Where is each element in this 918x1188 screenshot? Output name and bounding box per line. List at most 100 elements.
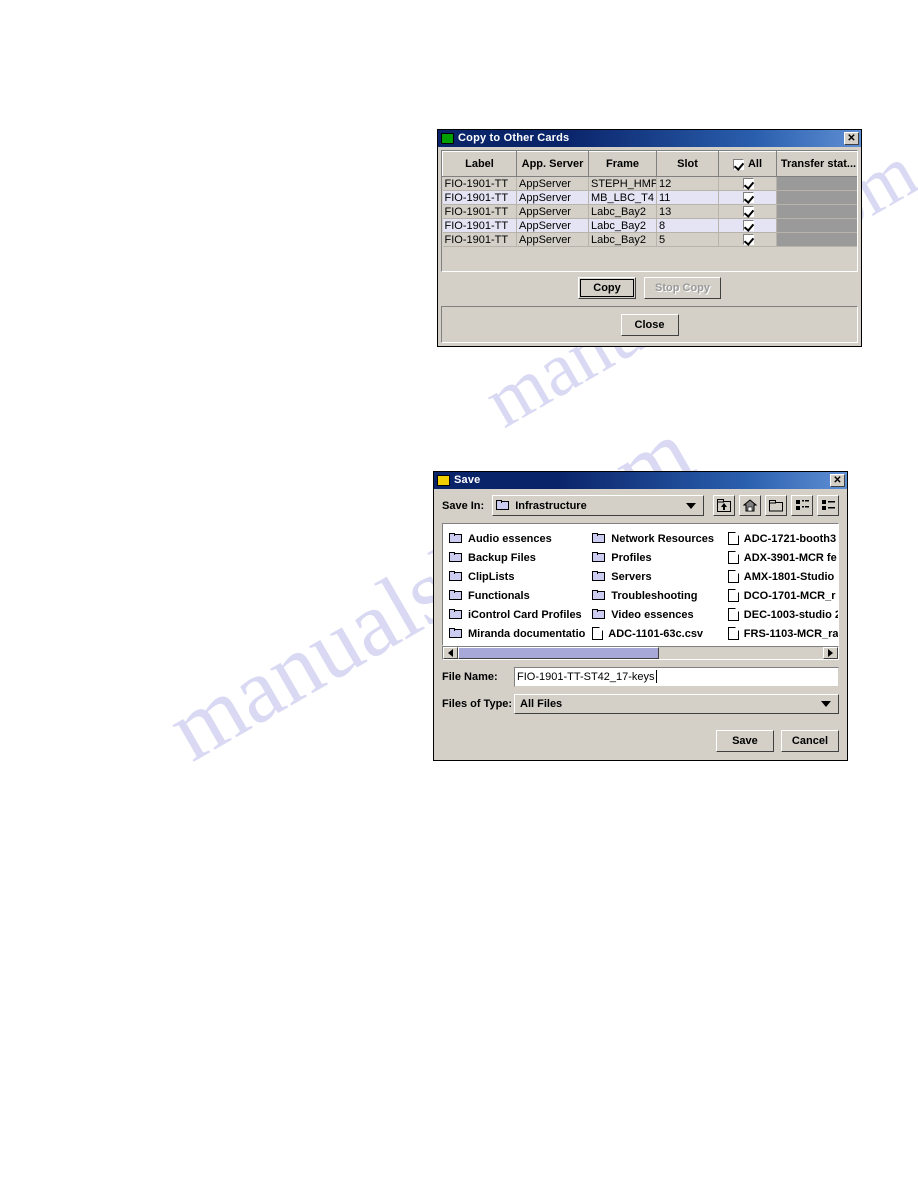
folder-icon [449, 571, 463, 582]
table-row[interactable]: FIO-1901-TT AppServer Labc_Bay2 8 [442, 218, 857, 233]
scroll-track[interactable] [458, 646, 823, 659]
list-item-label: AMX-1801-Studio [743, 570, 835, 583]
file-column-3: ADC-1721-booth3 ADX-3901-MCR fe AMX-1801-S… [722, 524, 838, 645]
new-folder-glyph [768, 499, 783, 511]
save-toolbar [713, 495, 839, 516]
cell-slot: 13 [656, 204, 719, 219]
column-header-transfer-status[interactable]: Transfer stat... [776, 151, 857, 177]
copy-button[interactable]: Copy [578, 276, 636, 299]
row-checkbox[interactable] [742, 206, 754, 218]
table-row[interactable]: FIO-1901-TT AppServer Labc_Bay2 5 [442, 232, 857, 247]
list-item-label: Video essences [611, 608, 694, 621]
list-item-label: DCO-1701-MCR_r [743, 589, 836, 602]
copy-dialog-titlebar[interactable]: Copy to Other Cards ✕ [438, 130, 861, 147]
cancel-button[interactable]: Cancel [780, 730, 839, 753]
file-list-hscrollbar[interactable] [442, 645, 839, 660]
file-icon [727, 532, 739, 545]
list-item[interactable]: iControl Card Profiles [449, 605, 586, 624]
close-button[interactable]: Close [620, 313, 679, 336]
new-folder-icon[interactable] [765, 495, 787, 516]
list-item[interactable]: Backup Files [449, 548, 586, 567]
list-item-label: Troubleshooting [611, 589, 698, 602]
scroll-left-button[interactable] [443, 646, 458, 659]
cell-transfer-status [776, 204, 857, 219]
cell-slot: 12 [656, 176, 719, 191]
cell-app-server: AppServer [516, 204, 589, 219]
grid-view-icon[interactable] [791, 495, 813, 516]
list-item[interactable]: DEC-1003-studio 2 [727, 605, 838, 624]
list-item-label: Profiles [611, 551, 652, 564]
stop-copy-button[interactable]: Stop Copy [644, 276, 721, 299]
list-item[interactable]: ClipLists [449, 567, 586, 586]
file-name-input[interactable]: FIO-1901-TT-ST42_17-keys [514, 666, 839, 687]
cell-transfer-status [776, 218, 857, 233]
table-header-row: Label App. Server Frame Slot All Transfe… [442, 151, 857, 177]
list-view-icon[interactable] [817, 495, 839, 516]
close-icon[interactable]: ✕ [830, 474, 845, 487]
cell-checkbox[interactable] [718, 232, 777, 247]
save-in-label: Save In: [442, 499, 485, 512]
save-dialog-titlebar[interactable]: Save ✕ [434, 472, 847, 489]
file-icon [727, 589, 739, 602]
column-header-app-server[interactable]: App. Server [516, 151, 589, 177]
table-row[interactable]: FIO-1901-TT AppServer MB_LBC_T4 11 [442, 190, 857, 205]
cell-transfer-status [776, 232, 857, 247]
column-header-label[interactable]: Label [442, 151, 517, 177]
save-button[interactable]: Save [715, 730, 774, 753]
save-in-dropdown[interactable]: Infrastructure [492, 495, 704, 516]
files-of-type-value: All Files [520, 697, 563, 710]
cell-checkbox[interactable] [718, 176, 777, 191]
save-in-row: Save In: Infrastructure [442, 495, 839, 516]
select-all-checkbox[interactable] [732, 158, 744, 170]
up-folder-glyph [717, 499, 731, 512]
list-item[interactable]: ADC-1721-booth3 [727, 529, 838, 548]
up-folder-icon[interactable] [713, 495, 735, 516]
files-of-type-label: Files of Type: [442, 697, 513, 710]
list-item[interactable]: Servers [592, 567, 722, 586]
list-item-label: ADX-3901-MCR fe [743, 551, 837, 564]
cell-label: FIO-1901-TT [442, 204, 517, 219]
list-item[interactable]: FRS-1103-MCR_ra [727, 624, 838, 643]
column-header-all[interactable]: All [718, 151, 777, 177]
list-item[interactable]: ADX-3901-MCR fe [727, 548, 838, 567]
list-item[interactable]: Functionals [449, 586, 586, 605]
list-item[interactable]: Audio essences [449, 529, 586, 548]
scroll-thumb[interactable] [458, 646, 659, 659]
row-checkbox[interactable] [742, 234, 754, 246]
cell-label: FIO-1901-TT [442, 190, 517, 205]
list-item-label: Audio essences [468, 532, 552, 545]
list-item[interactable]: Troubleshooting [592, 586, 722, 605]
cell-app-server: AppServer [516, 218, 589, 233]
list-item[interactable]: Miranda documentation [449, 624, 586, 643]
row-checkbox[interactable] [742, 192, 754, 204]
files-of-type-dropdown[interactable]: All Files [514, 693, 839, 714]
table-row[interactable]: FIO-1901-TT AppServer STEPH_HMP 12 [442, 176, 857, 191]
save-dialog-title: Save [454, 474, 481, 486]
list-item[interactable]: Profiles [592, 548, 722, 567]
cell-frame: Labc_Bay2 [588, 218, 657, 233]
folder-icon [449, 552, 463, 563]
row-checkbox[interactable] [742, 178, 754, 190]
cell-checkbox[interactable] [718, 218, 777, 233]
folder-icon [592, 590, 606, 601]
column-header-slot[interactable]: Slot [656, 151, 719, 177]
list-item[interactable]: Video essences [592, 605, 722, 624]
table-row[interactable]: FIO-1901-TT AppServer Labc_Bay2 13 [442, 204, 857, 219]
home-icon[interactable] [739, 495, 761, 516]
list-item-label: iControl Card Profiles [468, 608, 582, 621]
cell-checkbox[interactable] [718, 204, 777, 219]
file-icon [727, 627, 739, 640]
row-checkbox[interactable] [742, 220, 754, 232]
chevron-down-icon [686, 502, 696, 509]
list-item[interactable]: ADC-1101-63c.csv [592, 624, 722, 643]
scroll-right-button[interactable] [823, 646, 838, 659]
list-item[interactable]: DCO-1701-MCR_r [727, 586, 838, 605]
file-browser-list[interactable]: Audio essences Backup Files ClipLists Funct… [442, 523, 839, 646]
list-item[interactable]: Network Resources [592, 529, 722, 548]
cards-table-body: FIO-1901-TT AppServer STEPH_HMP 12 FIO-1901-… [442, 176, 857, 247]
close-icon[interactable]: ✕ [844, 132, 859, 145]
list-item[interactable]: AMX-1801-Studio [727, 567, 838, 586]
file-name-row: File Name: FIO-1901-TT-ST42_17-keys [442, 666, 839, 687]
column-header-frame[interactable]: Frame [588, 151, 657, 177]
cell-checkbox[interactable] [718, 190, 777, 205]
